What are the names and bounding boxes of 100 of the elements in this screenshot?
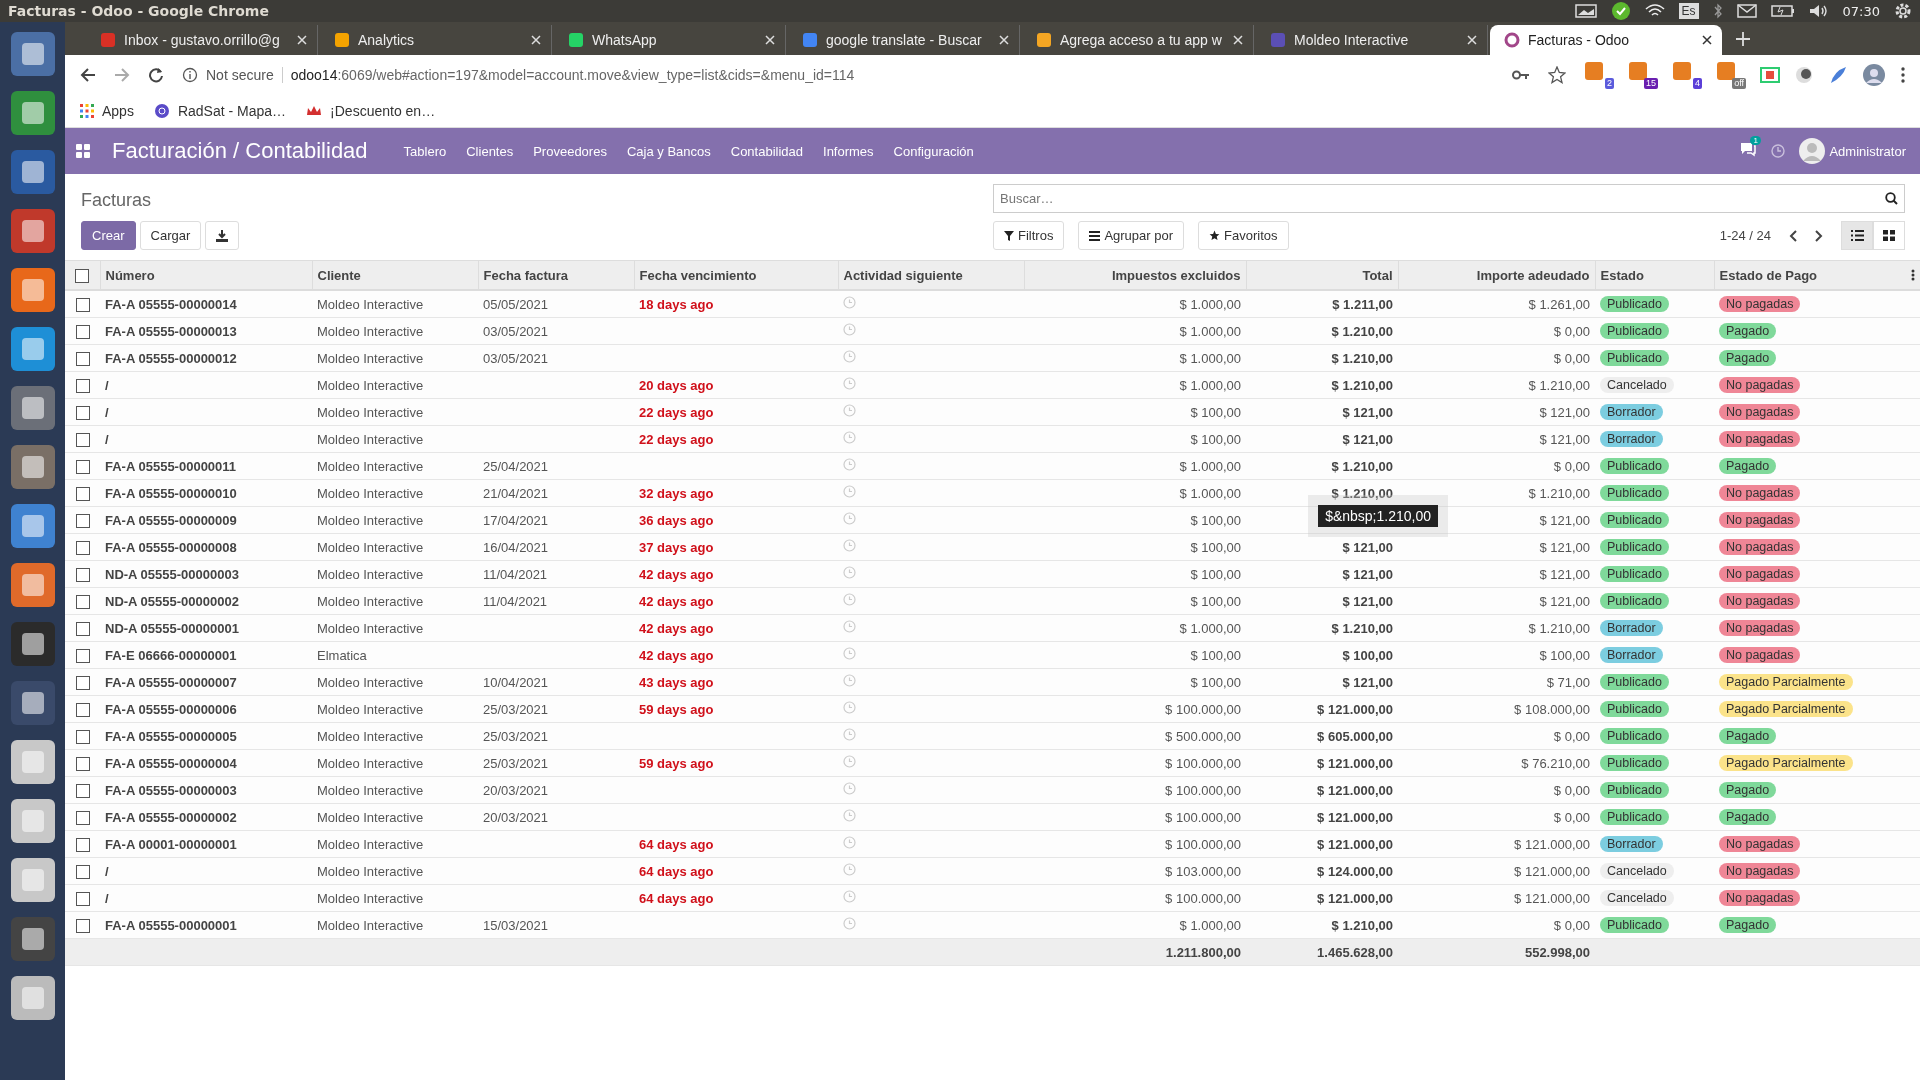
info-icon[interactable]	[182, 67, 198, 83]
row-checkbox[interactable]	[75, 918, 90, 933]
bookmark[interactable]: Apps	[80, 103, 134, 119]
extension-icon[interactable]	[1760, 65, 1780, 85]
app-launcher-icon[interactable]	[9, 444, 56, 490]
extension-button[interactable]: 2	[1584, 61, 1614, 89]
browser-tab[interactable]: Facturas - Odoo	[1490, 25, 1722, 55]
star-icon[interactable]	[1548, 66, 1566, 84]
chat-icon[interactable]	[1739, 141, 1758, 157]
extension-button[interactable]: off	[1716, 61, 1746, 89]
row-checkbox[interactable]	[75, 621, 90, 636]
previous-icon[interactable]	[1789, 229, 1797, 242]
app-launcher-icon[interactable]	[9, 857, 56, 903]
menu-item[interactable]: Clientes	[466, 143, 514, 159]
pager-value[interactable]: 1-24 / 24	[1719, 228, 1771, 243]
row-checkbox[interactable]	[75, 864, 90, 879]
column-header[interactable]: Número	[105, 267, 155, 283]
create-button[interactable]: Crear	[81, 221, 136, 250]
select-all-checkbox[interactable]	[75, 268, 90, 283]
column-header[interactable]: Total	[1362, 267, 1393, 283]
new-tab-icon[interactable]	[1736, 31, 1750, 46]
row-checkbox[interactable]	[75, 540, 90, 555]
search-field[interactable]: Buscar…	[993, 184, 1905, 213]
row-checkbox[interactable]	[75, 756, 90, 771]
extension-button[interactable]: 15	[1628, 61, 1658, 89]
list-view-button[interactable]	[1841, 221, 1873, 250]
next-icon[interactable]	[1815, 229, 1823, 242]
mail-icon[interactable]	[1736, 4, 1757, 18]
row-checkbox[interactable]	[75, 891, 90, 906]
row-checkbox[interactable]	[75, 783, 90, 798]
clock[interactable]: 07:30	[1842, 3, 1880, 19]
row-checkbox[interactable]	[75, 513, 90, 528]
browser-tab[interactable]: google translate - Buscar	[788, 25, 1020, 55]
row-checkbox[interactable]	[75, 351, 90, 366]
row-checkbox[interactable]	[75, 702, 90, 717]
app-launcher-icon[interactable]	[9, 621, 56, 667]
app-launcher-icon[interactable]	[9, 975, 56, 1021]
key-icon[interactable]	[1512, 69, 1530, 81]
menu-item[interactable]: Proveedores	[533, 143, 607, 159]
apps-menu-icon[interactable]	[76, 144, 90, 158]
app-launcher-icon[interactable]	[9, 739, 56, 785]
app-launcher-icon[interactable]	[9, 31, 56, 77]
user-name[interactable]: Administrator	[1829, 143, 1906, 159]
column-header[interactable]: Cliente	[317, 267, 361, 283]
moon-icon[interactable]	[1794, 65, 1814, 85]
app-launcher-icon[interactable]	[9, 149, 56, 195]
app-launcher-icon[interactable]	[9, 267, 56, 313]
row-checkbox[interactable]	[75, 486, 90, 501]
filter-button[interactable]: Agrupar por	[1078, 221, 1185, 250]
browser-tab[interactable]: WhatsApp	[554, 25, 786, 55]
app-launcher-icon[interactable]	[9, 326, 56, 372]
filter-button[interactable]: Filtros	[993, 221, 1065, 250]
address-field[interactable]: odoo14:6069/web#action=197&model=account.move&view_type=list&cids=&menu_id=114	[290, 67, 855, 83]
app-launcher-icon[interactable]	[9, 798, 56, 844]
bookmark[interactable]: RadSat - Mapa…	[153, 103, 287, 119]
reload-icon[interactable]	[148, 67, 164, 83]
app-launcher-icon[interactable]	[9, 208, 56, 254]
row-checkbox[interactable]	[75, 567, 90, 582]
battery-icon[interactable]	[1770, 5, 1795, 17]
row-checkbox[interactable]	[75, 378, 90, 393]
back-icon[interactable]	[80, 67, 96, 83]
app-launcher-icon[interactable]	[9, 916, 56, 962]
row-checkbox[interactable]	[75, 459, 90, 474]
volume-icon[interactable]	[1808, 4, 1829, 18]
menu-item[interactable]: Caja y Bancos	[626, 143, 711, 159]
feather-icon[interactable]	[1828, 65, 1848, 85]
row-checkbox[interactable]	[75, 432, 90, 447]
row-checkbox[interactable]	[75, 837, 90, 852]
upload-button[interactable]: Cargar	[139, 221, 202, 250]
security-label[interactable]: Not secure	[206, 67, 283, 83]
gear-icon[interactable]	[1894, 2, 1912, 20]
wifi-icon[interactable]	[1644, 4, 1665, 18]
extension-button[interactable]: 4	[1672, 61, 1702, 89]
app-launcher-icon[interactable]	[9, 562, 56, 608]
row-checkbox[interactable]	[75, 405, 90, 420]
app-launcher-icon[interactable]	[9, 90, 56, 136]
menu-item[interactable]: Contabilidad	[730, 143, 804, 159]
menu-item[interactable]: Tablero	[403, 143, 447, 159]
app-launcher-icon[interactable]	[9, 680, 56, 726]
avatar-icon[interactable]	[1799, 138, 1826, 164]
avatar-icon[interactable]	[1862, 63, 1886, 87]
keyboard-layout[interactable]: Es	[1678, 3, 1699, 19]
app-launcher-icon[interactable]	[9, 503, 56, 549]
check-icon[interactable]	[1610, 1, 1631, 21]
display-icon[interactable]	[1574, 4, 1597, 18]
column-options-icon[interactable]	[1911, 269, 1915, 281]
search-icon[interactable]	[1885, 192, 1898, 205]
row-checkbox[interactable]	[75, 324, 90, 339]
row-checkbox[interactable]	[75, 648, 90, 663]
browser-tab[interactable]: Moldeo Interactive	[1256, 25, 1488, 55]
menu-item[interactable]: Informes	[823, 143, 874, 159]
kanban-view-button[interactable]	[1873, 221, 1905, 250]
row-checkbox[interactable]	[75, 810, 90, 825]
row-checkbox[interactable]	[75, 675, 90, 690]
close-icon[interactable]	[1702, 35, 1712, 45]
filter-button[interactable]: Favoritos	[1198, 221, 1289, 250]
menu-item[interactable]: Configuración	[893, 143, 974, 159]
app-launcher-icon[interactable]	[9, 385, 56, 431]
row-checkbox[interactable]	[75, 594, 90, 609]
browser-tab[interactable]: Analytics	[320, 25, 552, 55]
